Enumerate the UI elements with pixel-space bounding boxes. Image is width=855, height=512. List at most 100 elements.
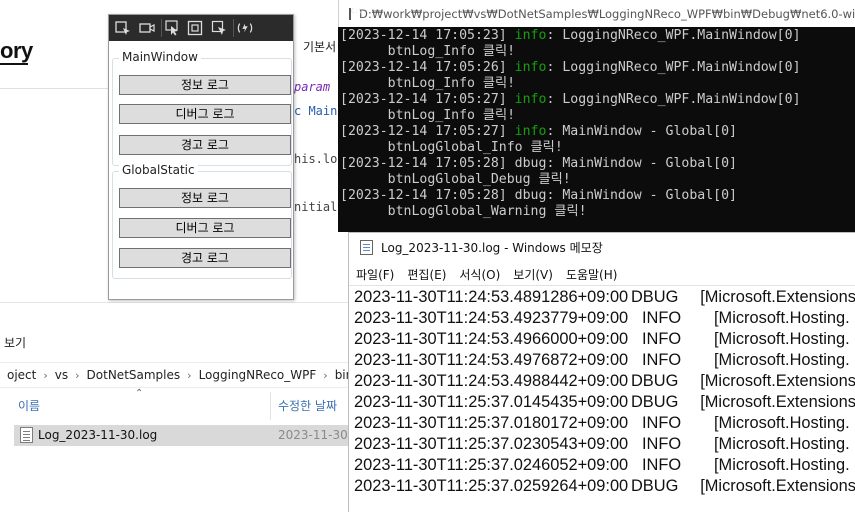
console-text: [2023-12-14 17:05:28] xyxy=(340,188,515,203)
console-line: [2023-12-14 17:05:23] info: LoggingNReco… xyxy=(340,28,852,44)
breadcrumb-segment[interactable]: DotNetSamples xyxy=(80,368,188,382)
explorer-menu-view[interactable]: 보기 xyxy=(4,334,26,351)
file-date: 2023-11-30 xyxy=(278,428,348,442)
log-line: 2023-11-30T11:24:53.4966000+09:00 INFO [Mi… xyxy=(354,329,855,350)
log-timestamp: 2023-11-30T11:24:53.4988442+09:00 xyxy=(354,372,629,390)
console-line: btnLogGlobal_Info 클릭! xyxy=(340,140,852,156)
console-line: btnLogGlobal_Warning 클릭! xyxy=(340,204,852,220)
breadcrumb-segment[interactable]: vs xyxy=(48,368,75,382)
ide-heading-underline xyxy=(0,63,28,65)
console-text: btnLogGlobal_Info 클릭! xyxy=(340,140,563,155)
video-icon[interactable] xyxy=(137,19,157,37)
select-element-icon[interactable] xyxy=(113,19,133,37)
log-source: [Microsoft.Hosting. xyxy=(714,351,850,369)
code-line: nitial xyxy=(294,200,338,214)
group-mainwindow: MainWindow 정보 로그 디버그 로그 경고 로그 xyxy=(112,50,292,166)
log-timestamp: 2023-11-30T11:25:37.0259264+09:00 xyxy=(354,477,629,495)
console-text: [2023-12-14 17:05:28] xyxy=(340,156,515,171)
log-timestamp: 2023-11-30T11:25:37.0230543+09:00 xyxy=(354,435,629,453)
console-window: D:₩work₩project₩vs₩DotNetSamples₩Logging… xyxy=(338,0,855,232)
console-line: [2023-12-14 17:05:28] dbug: MainWindow -… xyxy=(340,188,852,204)
layout-adorner-icon[interactable] xyxy=(209,19,229,37)
log-source: [Microsoft.Hosting. xyxy=(714,435,850,453)
log-level: info xyxy=(514,28,547,43)
log-line: 2023-11-30T11:25:37.0145435+09:00 DBUG [Mi… xyxy=(354,392,855,413)
log-level: DBUG xyxy=(630,372,679,390)
breadcrumb-segment[interactable]: bin xyxy=(328,368,350,382)
log-level: INFO xyxy=(642,309,682,327)
menu-help[interactable]: 도움말(H) xyxy=(566,266,618,283)
log-source: [Microsoft.Hosting. xyxy=(714,330,850,348)
log-source: [Microsoft.Extensions xyxy=(700,477,855,495)
hot-reload-icon[interactable] xyxy=(233,19,253,37)
info-log-button[interactable]: 정보 로그 xyxy=(119,75,291,95)
code-line: param xyxy=(294,80,331,94)
log-line: 2023-11-30T11:24:53.4923779+09:00 INFO [Mi… xyxy=(354,308,855,329)
warning-log-button[interactable]: 경고 로그 xyxy=(119,135,291,155)
code-line: c Main xyxy=(294,104,338,118)
log-timestamp: 2023-11-30T11:25:37.0246052+09:00 xyxy=(354,456,629,474)
console-text: [2023-12-14 17:05:27] xyxy=(340,92,515,107)
log-level: DBUG xyxy=(630,288,679,306)
notepad-title-bar[interactable]: Log_2023-11-30.log - Windows 메모장 xyxy=(349,233,855,261)
console-line: [2023-12-14 17:05:28] dbug: MainWindow -… xyxy=(340,156,852,172)
file-icon xyxy=(20,427,33,443)
wpf-window: MainWindow 정보 로그 디버그 로그 경고 로그 GlobalStat… xyxy=(108,14,294,300)
group-title: MainWindow xyxy=(119,50,201,64)
global-debug-log-button[interactable]: 디버그 로그 xyxy=(119,218,291,238)
log-line: 2023-11-30T11:24:53.4891286+09:00 DBUG [Mi… xyxy=(354,287,855,308)
log-line: 2023-11-30T11:25:37.0246052+09:00 INFO [Mi… xyxy=(354,455,855,476)
debug-log-button[interactable]: 디버그 로그 xyxy=(119,104,291,124)
log-level: info xyxy=(514,124,547,139)
log-line: 2023-11-30T11:24:53.4976872+09:00 INFO [Mi… xyxy=(354,350,855,371)
console-text: [2023-12-14 17:05:27] xyxy=(340,124,515,139)
log-level: info xyxy=(514,92,547,107)
column-divider[interactable] xyxy=(270,392,271,420)
console-text: : MainWindow - Global[0] xyxy=(546,156,737,171)
breadcrumb-segment[interactable]: oject xyxy=(0,368,43,382)
notepad-text-area[interactable]: 2023-11-30T11:24:53.4891286+09:00 DBUG [Mi… xyxy=(349,285,855,512)
log-source: [Microsoft.Hosting. xyxy=(714,309,850,327)
log-timestamp: 2023-11-30T11:25:37.0180172+09:00 xyxy=(354,414,629,432)
breadcrumb-segment[interactable]: LoggingNReco_WPF xyxy=(192,368,324,382)
column-header-modified[interactable]: 수정한 날짜 xyxy=(278,397,337,414)
global-info-log-button[interactable]: 정보 로그 xyxy=(119,188,291,208)
menu-view[interactable]: 보기(V) xyxy=(513,266,553,283)
console-line: btnLog_Info 클릭! xyxy=(340,108,852,124)
sort-ascending-icon: ⌃ xyxy=(135,388,144,399)
log-level: DBUG xyxy=(630,393,679,411)
ide-heading: ory xyxy=(0,38,33,63)
console-text: btnLog_Info 클릭! xyxy=(340,76,516,91)
menu-format[interactable]: 서식(O) xyxy=(459,266,500,283)
log-level: INFO xyxy=(642,456,682,474)
global-warning-log-button[interactable]: 경고 로그 xyxy=(119,248,291,268)
cursor-select-icon[interactable] xyxy=(161,19,181,37)
console-text: btnLogGlobal_Warning 클릭! xyxy=(340,204,587,219)
frame-icon[interactable] xyxy=(185,19,205,37)
log-level: dbug xyxy=(514,156,547,171)
log-timestamp: 2023-11-30T11:25:37.0145435+09:00 xyxy=(354,393,629,411)
log-source: [Microsoft.Extensions xyxy=(700,393,855,411)
log-timestamp: 2023-11-30T11:24:53.4966000+09:00 xyxy=(354,330,629,348)
notepad-window: Log_2023-11-30.log - Windows 메모장 파일(F) 편… xyxy=(348,232,855,512)
notepad-menubar: 파일(F) 편집(E) 서식(O) 보기(V) 도움말(H) xyxy=(349,263,855,285)
menu-edit[interactable]: 편집(E) xyxy=(407,266,446,283)
file-name[interactable]: Log_2023-11-30.log xyxy=(38,428,157,442)
log-level: INFO xyxy=(642,330,682,348)
console-line: [2023-12-14 17:05:27] info: LoggingNReco… xyxy=(340,92,852,108)
console-icon xyxy=(349,7,362,20)
notepad-title: Log_2023-11-30.log - Windows 메모장 xyxy=(381,240,603,255)
column-header-name[interactable]: 이름 xyxy=(18,397,40,414)
console-text: [2023-12-14 17:05:23] xyxy=(340,28,515,43)
menu-file[interactable]: 파일(F) xyxy=(356,266,394,283)
breadcrumb[interactable]: oject › vs › DotNetSamples › LoggingNRec… xyxy=(0,362,350,388)
log-timestamp: 2023-11-30T11:24:53.4923779+09:00 xyxy=(354,309,629,327)
log-level: INFO xyxy=(642,351,682,369)
log-source: [Microsoft.Extensions xyxy=(700,288,855,306)
log-timestamp: 2023-11-30T11:24:53.4891286+09:00 xyxy=(354,288,629,306)
console-text: : MainWindow - Global[0] xyxy=(546,188,737,203)
console-text: : MainWindow - Global[0] xyxy=(546,124,737,139)
console-title-bar[interactable]: D:₩work₩project₩vs₩DotNetSamples₩Logging… xyxy=(338,0,855,27)
console-line: [2023-12-14 17:05:27] info: MainWindow -… xyxy=(340,124,852,140)
ide-tab-label[interactable]: 기본서 xyxy=(303,38,336,55)
